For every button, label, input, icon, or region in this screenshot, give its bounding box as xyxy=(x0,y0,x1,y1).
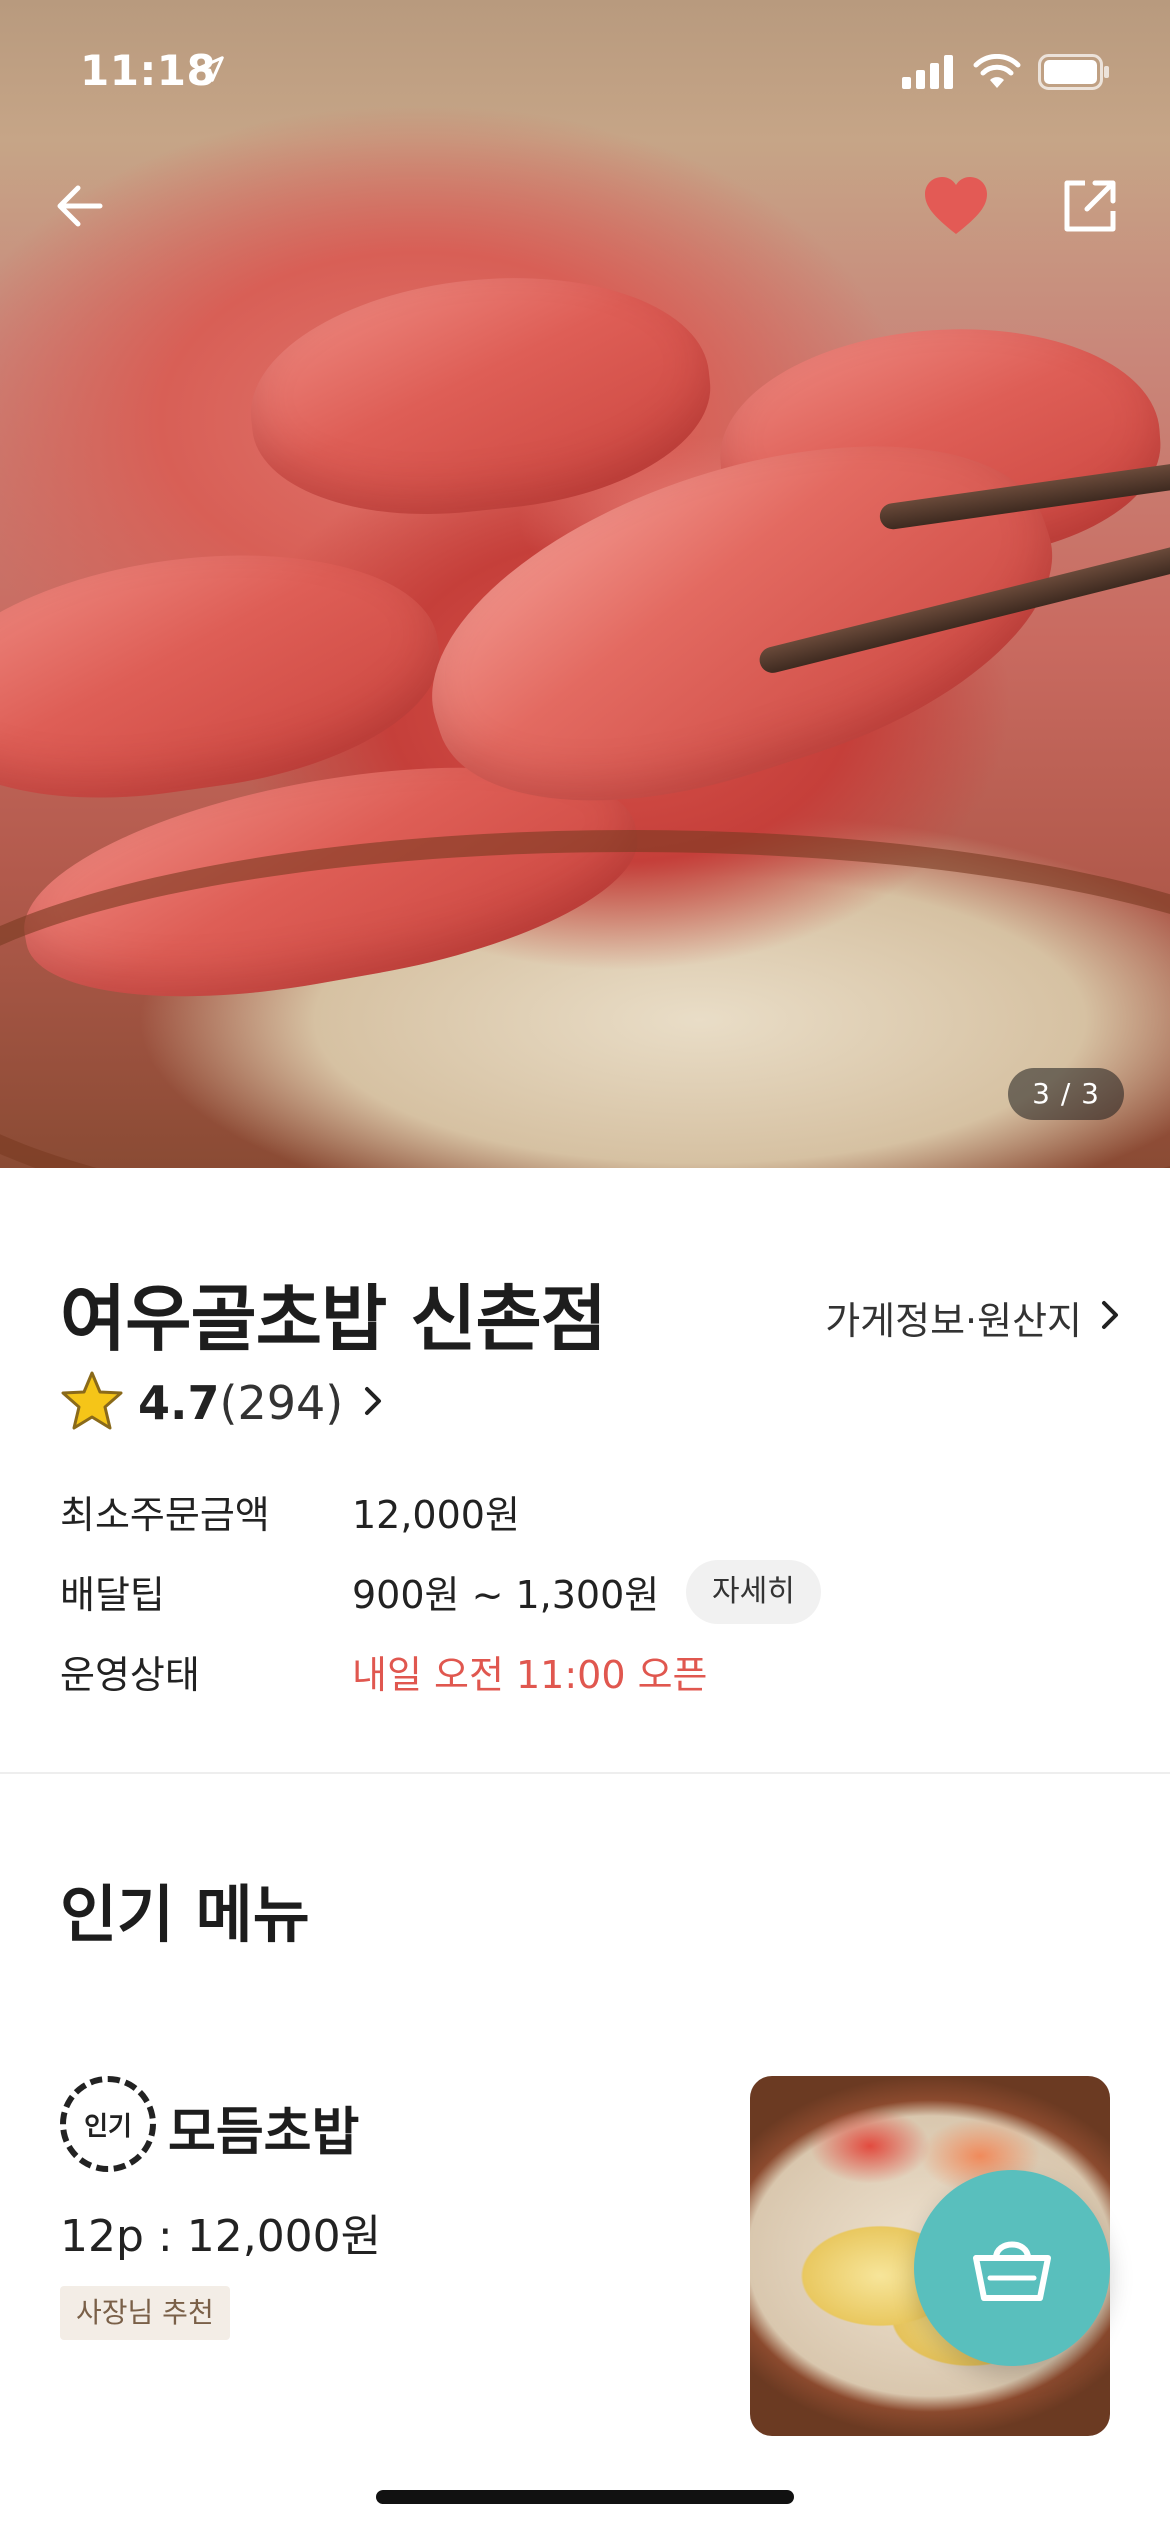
plate-rim xyxy=(0,830,1170,1168)
menu-item-name: 모듬초밥 xyxy=(168,2103,360,2163)
star-icon xyxy=(60,1370,124,1436)
status-bar: 11:18 xyxy=(0,0,1170,150)
hero-image[interactable]: 11:18 3 / 3 xyxy=(0,0,1170,1168)
share-icon xyxy=(1061,177,1119,239)
heart-icon xyxy=(923,176,989,240)
menu-item-price: 12p : 12,000원 xyxy=(60,2211,382,2262)
cart-button[interactable] xyxy=(914,2170,1110,2366)
owner-recommend-tag: 사장님 추천 xyxy=(60,2286,230,2340)
image-counter: 3 / 3 xyxy=(1008,1068,1124,1120)
min-order-value: 12,000원 xyxy=(352,1493,520,1537)
section-divider xyxy=(0,1772,1170,1774)
review-count: (294) xyxy=(219,1376,344,1430)
store-name: 여우골초밥 신촌점 xyxy=(60,1277,607,1361)
basket-icon xyxy=(970,2228,1054,2308)
home-indicator[interactable] xyxy=(376,2490,794,2504)
delivery-tip-label: 배달팁 xyxy=(60,1573,165,1617)
wifi-icon xyxy=(972,53,1022,94)
battery-icon xyxy=(1038,54,1110,94)
popular-badge: 인기 xyxy=(60,2076,156,2172)
back-button[interactable] xyxy=(40,168,120,248)
location-arrow-icon xyxy=(196,54,226,88)
cellular-icon xyxy=(902,55,956,93)
store-info-link[interactable]: 가게정보·원산지 xyxy=(825,1290,1120,1345)
status-icons xyxy=(902,53,1110,94)
rating-row[interactable]: 4.7 (294) xyxy=(60,1370,383,1436)
back-arrow-icon xyxy=(52,178,108,238)
sushi-shape xyxy=(239,256,721,534)
share-button[interactable] xyxy=(1050,168,1130,248)
operating-status-label: 운영상태 xyxy=(60,1653,200,1697)
chevron-right-icon xyxy=(363,1385,383,1421)
delivery-tip-detail-button[interactable]: 자세히 xyxy=(686,1560,821,1624)
store-info-link-label: 가게정보·원산지 xyxy=(825,1299,1082,1343)
popular-menu-title: 인기 메뉴 xyxy=(60,1878,310,1951)
favorite-button[interactable] xyxy=(916,168,996,248)
rating-score: 4.7 xyxy=(138,1376,220,1430)
chevron-right-icon xyxy=(1100,1296,1120,1340)
operating-status-value: 내일 오전 11:00 오픈 xyxy=(352,1653,708,1697)
min-order-label: 최소주문금액 xyxy=(60,1493,270,1537)
delivery-tip-value: 900원 ~ 1,300원 xyxy=(352,1573,660,1617)
